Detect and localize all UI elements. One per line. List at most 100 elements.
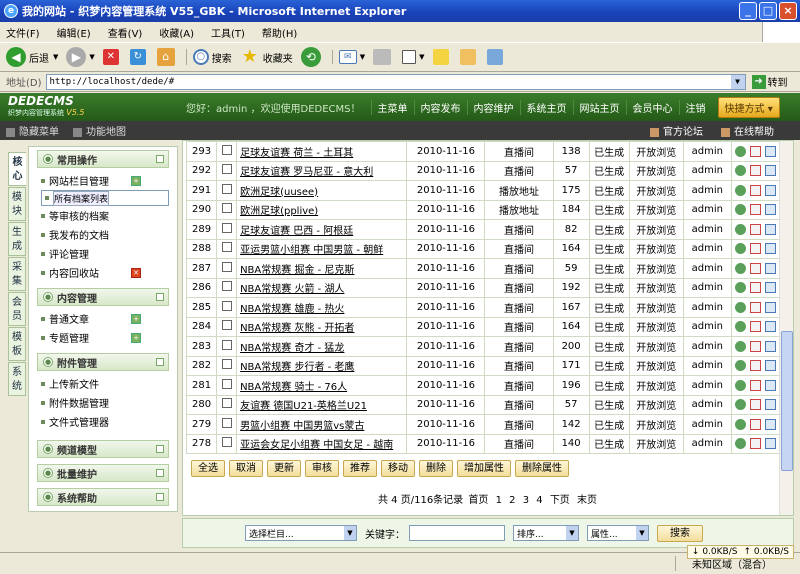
row-title[interactable]: 欧洲足球(uusee) bbox=[236, 180, 408, 201]
cancel-button[interactable]: 取消 bbox=[229, 460, 263, 477]
group-common-ops[interactable]: ● 常用操作 bbox=[37, 150, 169, 168]
view-icon[interactable] bbox=[734, 360, 746, 372]
row-title[interactable]: NBA常规赛 步行者 - 老鹰 bbox=[236, 355, 408, 376]
checkbox[interactable] bbox=[221, 144, 232, 155]
edit-icon[interactable] bbox=[749, 165, 761, 177]
edit-icon[interactable] bbox=[749, 438, 761, 450]
add-icon[interactable]: + bbox=[131, 313, 141, 324]
preview-icon[interactable] bbox=[764, 418, 776, 430]
row-checkbox[interactable] bbox=[216, 199, 238, 220]
favorites-button[interactable]: ★ 收藏夹 bbox=[240, 47, 293, 67]
edit-icon[interactable] bbox=[749, 379, 761, 391]
row-title[interactable]: 足球友谊赛 巴西 - 阿根廷 bbox=[236, 219, 408, 240]
delete-button[interactable]: 删除 bbox=[419, 460, 453, 477]
view-icon[interactable] bbox=[734, 438, 746, 450]
row-title[interactable]: 欧洲足球(pplive) bbox=[236, 199, 408, 220]
group-attachments[interactable]: ● 附件管理 bbox=[37, 353, 169, 371]
row-title[interactable]: 男篮小组赛 中国男篮vs蒙古 bbox=[236, 414, 408, 435]
row-title[interactable]: 足球友谊赛 罗马尼亚 - 意大利 bbox=[236, 160, 408, 181]
edit-icon[interactable] bbox=[749, 321, 761, 333]
preview-icon[interactable] bbox=[764, 360, 776, 372]
mail-button[interactable]: ✉ ▼ bbox=[331, 50, 365, 64]
tab-module[interactable]: 模块 bbox=[8, 187, 26, 221]
row-title[interactable]: NBA常规赛 火箭 - 湖人 bbox=[236, 277, 408, 298]
maximize-button[interactable]: □ bbox=[759, 2, 777, 20]
preview-icon[interactable] bbox=[764, 204, 776, 216]
row-checkbox[interactable] bbox=[216, 375, 238, 396]
row-checkbox[interactable] bbox=[216, 414, 238, 435]
sidebar-item-pending-archives[interactable]: 等审核的档案 bbox=[41, 206, 177, 225]
row-checkbox[interactable] bbox=[216, 219, 238, 240]
checkbox[interactable] bbox=[221, 320, 232, 331]
function-map-link[interactable]: 功能地图 bbox=[73, 123, 126, 138]
edit-icon[interactable] bbox=[749, 243, 761, 255]
search-button[interactable]: ○ 搜索 bbox=[185, 49, 232, 65]
move-button[interactable]: 移动 bbox=[381, 460, 415, 477]
view-icon[interactable] bbox=[734, 165, 746, 177]
search-submit-button[interactable]: 搜索 bbox=[657, 524, 703, 542]
preview-icon[interactable] bbox=[764, 184, 776, 196]
row-checkbox[interactable] bbox=[216, 238, 238, 259]
sidebar-item-comments[interactable]: 评论管理 bbox=[41, 244, 177, 263]
view-icon[interactable] bbox=[734, 379, 746, 391]
checkbox[interactable] bbox=[221, 339, 232, 350]
view-icon[interactable] bbox=[734, 301, 746, 313]
menu-help[interactable]: 帮助(H) bbox=[262, 25, 297, 40]
row-title[interactable]: 友谊赛 德国U21-英格兰U21 bbox=[236, 394, 408, 415]
forward-button[interactable]: ▶ ▼ bbox=[66, 47, 95, 67]
page-4[interactable]: 4 bbox=[536, 495, 542, 506]
nav-main-menu[interactable]: 主菜单 bbox=[370, 99, 414, 115]
sidebar-item-recycle-bin[interactable]: 内容回收站 ✕ bbox=[41, 263, 177, 282]
add-attr-button[interactable]: 增加属性 bbox=[457, 460, 511, 477]
checkbox[interactable] bbox=[221, 398, 232, 409]
official-forum-link[interactable]: 官方论坛 bbox=[650, 123, 703, 138]
edit-icon[interactable] bbox=[749, 340, 761, 352]
print-button[interactable] bbox=[373, 49, 394, 65]
preview-icon[interactable] bbox=[764, 379, 776, 391]
menu-edit[interactable]: 编辑(E) bbox=[57, 25, 91, 40]
preview-icon[interactable] bbox=[764, 165, 776, 177]
preview-icon[interactable] bbox=[764, 340, 776, 352]
group-content-manage[interactable]: ● 内容管理 bbox=[37, 288, 169, 306]
view-icon[interactable] bbox=[734, 243, 746, 255]
tab-template[interactable]: 模板 bbox=[8, 327, 26, 361]
view-icon[interactable] bbox=[734, 204, 746, 216]
row-checkbox[interactable] bbox=[216, 316, 238, 337]
preview-icon[interactable] bbox=[764, 262, 776, 274]
view-icon[interactable] bbox=[734, 321, 746, 333]
sidebar-item-articles[interactable]: 普通文章 + bbox=[41, 309, 177, 328]
nav-site-home[interactable]: 网站主页 bbox=[572, 99, 626, 115]
page-next[interactable]: 下页 bbox=[550, 495, 570, 506]
preview-icon[interactable] bbox=[764, 321, 776, 333]
row-checkbox[interactable] bbox=[216, 394, 238, 415]
sidebar-item-attachment-data[interactable]: 附件数据管理 bbox=[41, 393, 177, 412]
attr-select[interactable]: 属性... ▼ bbox=[587, 525, 649, 541]
edit-icon[interactable] bbox=[749, 223, 761, 235]
nav-maintain[interactable]: 内容维护 bbox=[466, 99, 520, 115]
delete-icon[interactable]: ✕ bbox=[131, 267, 141, 278]
row-title[interactable]: NBA常规赛 奇才 - 猛龙 bbox=[236, 336, 408, 357]
tab-collect[interactable]: 采集 bbox=[8, 257, 26, 291]
preview-icon[interactable] bbox=[764, 145, 776, 157]
edit-icon[interactable] bbox=[749, 145, 761, 157]
row-checkbox[interactable] bbox=[216, 258, 238, 279]
select-all-button[interactable]: 全选 bbox=[191, 460, 225, 477]
row-title[interactable]: 亚运会女足小组赛 中国女足 - 越南 bbox=[236, 433, 408, 454]
keyword-input[interactable] bbox=[409, 525, 505, 541]
stop-button[interactable]: ✕ bbox=[102, 49, 122, 65]
row-checkbox[interactable] bbox=[216, 336, 238, 357]
nav-member-center[interactable]: 会员中心 bbox=[625, 99, 679, 115]
nav-publish[interactable]: 内容发布 bbox=[413, 99, 467, 115]
row-checkbox[interactable] bbox=[216, 180, 238, 201]
view-icon[interactable] bbox=[734, 223, 746, 235]
view-icon[interactable] bbox=[734, 340, 746, 352]
tab-core[interactable]: 核心 bbox=[8, 152, 26, 186]
row-checkbox[interactable] bbox=[216, 355, 238, 376]
sidebar-item-topics[interactable]: 专题管理 + bbox=[41, 328, 177, 347]
preview-icon[interactable] bbox=[764, 243, 776, 255]
checkbox[interactable] bbox=[221, 183, 232, 194]
refresh-button[interactable]: ↻ bbox=[129, 49, 149, 65]
row-title[interactable]: 足球友谊赛 荷兰 - 土耳其 bbox=[236, 141, 408, 162]
column-select[interactable]: 选择栏目... ▼ bbox=[245, 525, 357, 541]
row-checkbox[interactable] bbox=[216, 160, 238, 181]
